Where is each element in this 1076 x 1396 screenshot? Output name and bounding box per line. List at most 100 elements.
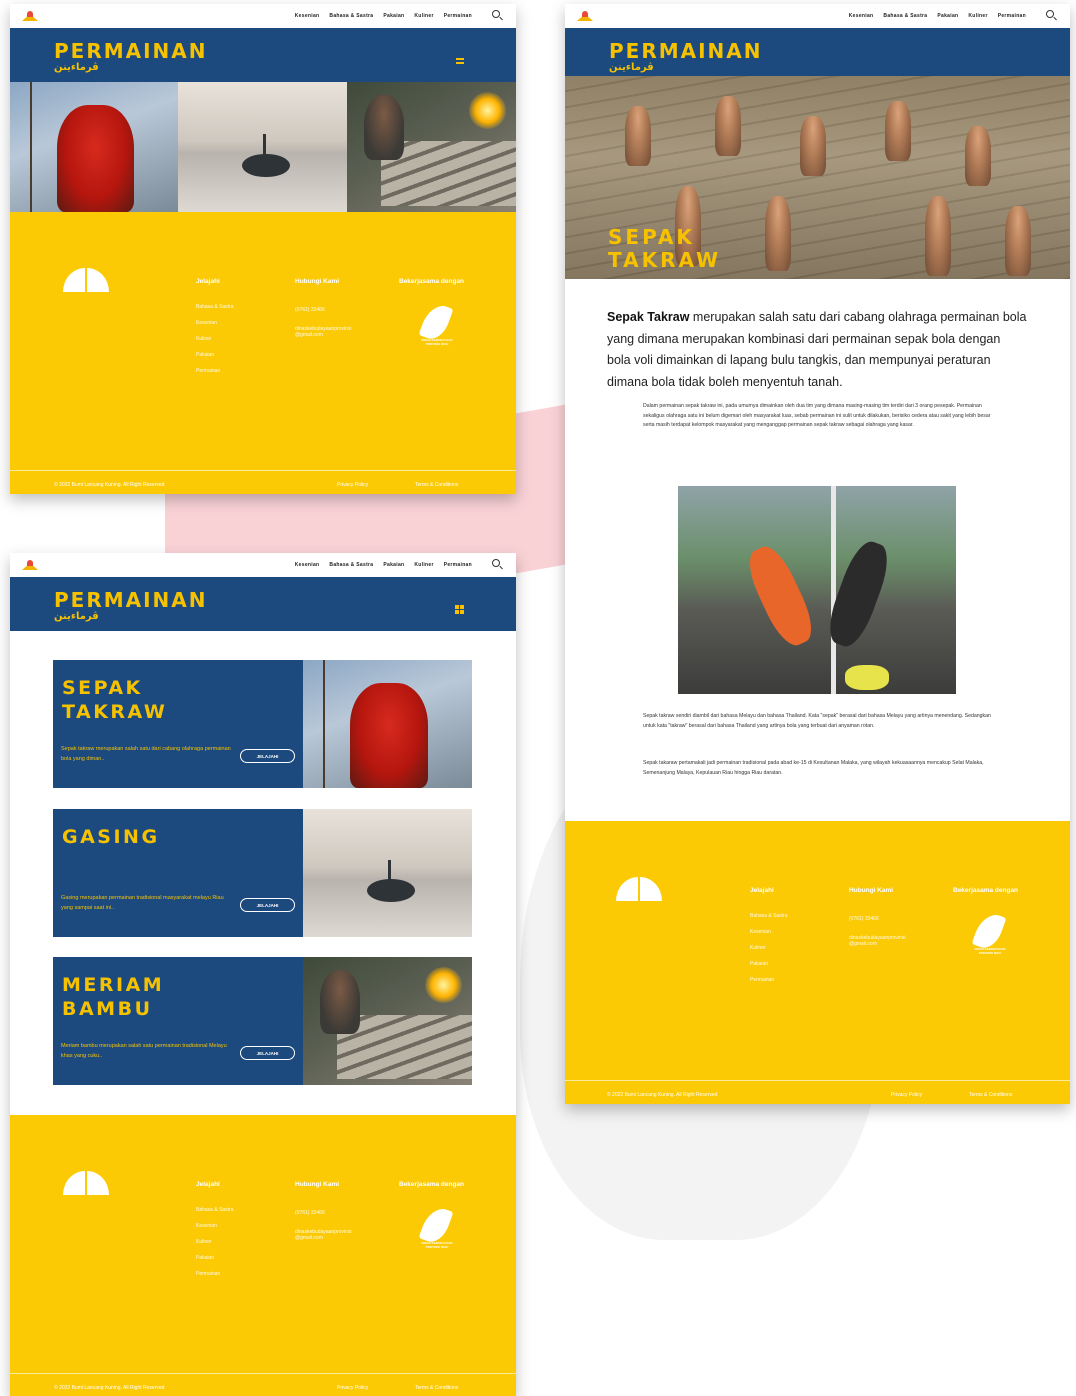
page-title: PERMAINAN: [54, 39, 208, 63]
game-card-sepak-takraw[interactable]: SEPAK TAKRAW Sepak takraw merupakan sala…: [53, 660, 472, 788]
copyright: © 2022 Bumi Lancang Kuning. All Right Re…: [607, 1092, 718, 1098]
page-header: PERMAINAN ڤرماءينن: [565, 28, 1070, 76]
page-subtitle-jawi: ڤرماءينن: [54, 611, 99, 622]
footer-logo: [63, 268, 109, 292]
footer-link[interactable]: Kesenian: [750, 929, 771, 935]
terms-link[interactable]: Terms & Conditions: [415, 1385, 458, 1391]
article-paragraph: Sepak takaraw pertamakali jadi permainan…: [643, 760, 984, 776]
meriam-bambu-image[interactable]: [347, 82, 516, 212]
nav-links: Kesenian Bahasa & Sastra Pakaian Kuliner…: [295, 4, 472, 28]
footer-link[interactable]: Kesenian: [196, 1223, 217, 1229]
search-icon[interactable]: [492, 10, 500, 18]
nav-link-permainan[interactable]: Permainan: [444, 13, 472, 19]
article-paragraph: Sepak takraw sendiri diambil dari bahasa…: [643, 713, 991, 729]
nav-link-permainan[interactable]: Permainan: [998, 13, 1026, 19]
nav-link-bahasa[interactable]: Bahasa & Sastra: [329, 13, 373, 19]
site-logo[interactable]: [22, 11, 38, 21]
footer: Jelajahi Bahasa & Sastra Kesenian Kuline…: [10, 1115, 516, 1396]
footer-logo: [616, 877, 662, 901]
site-logo[interactable]: [577, 11, 593, 21]
footer-partner-title: Bekerjasama dengan: [399, 1181, 465, 1188]
footer: Jelajahi Bahasa & Sastra Kesenian Kuline…: [565, 821, 1070, 1104]
footer-email[interactable]: @gmail.com: [295, 1235, 323, 1241]
footer-link[interactable]: Pakaian: [196, 1255, 214, 1261]
terms-link[interactable]: Terms & Conditions: [969, 1092, 1012, 1098]
nav-link-permainan[interactable]: Permainan: [444, 562, 472, 568]
navbar: Kesenian Bahasa & Sastra Pakaian Kuliner…: [10, 4, 516, 28]
card-image: [303, 957, 472, 1085]
footer-link[interactable]: Bahasa & Sastra: [196, 1207, 234, 1213]
card-description: Gasing merupakan permainan tradisional m…: [61, 895, 224, 911]
footer-link[interactable]: Bahasa & Sastra: [750, 913, 788, 919]
list-view-icon[interactable]: [456, 58, 464, 65]
grid-view-icon[interactable]: [455, 605, 464, 614]
page-subtitle-jawi: ڤرماءينن: [54, 62, 99, 73]
card-image: [303, 809, 472, 937]
article-title: SEPAK TAKRAW: [608, 225, 722, 272]
card-description: Meriam bambu merupakan salah satu permai…: [61, 1043, 227, 1059]
footer-partner-title: Bekerjasama dengan: [399, 278, 465, 285]
nav-link-pakaian[interactable]: Pakaian: [383, 13, 404, 19]
footer-link[interactable]: Bahasa & Sastra: [196, 304, 234, 310]
search-icon[interactable]: [492, 559, 500, 567]
card-title: MERIAM BAMBU: [62, 974, 165, 1020]
nav-link-kuliner[interactable]: Kuliner: [414, 562, 433, 568]
navbar: Kesenian Bahasa & Sastra Pakaian Kuliner…: [10, 553, 516, 577]
game-card-meriam-bambu[interactable]: MERIAM BAMBU Meriam bambu merupakan sala…: [53, 957, 472, 1085]
nav-link-bahasa[interactable]: Bahasa & Sastra: [329, 562, 373, 568]
game-card-gasing[interactable]: GASING Gasing merupakan permainan tradis…: [53, 809, 472, 937]
nav-links: Kesenian Bahasa & Sastra Pakaian Kuliner…: [295, 553, 472, 577]
nav-link-pakaian[interactable]: Pakaian: [937, 13, 958, 19]
sepak-takraw-image[interactable]: [10, 82, 178, 212]
copyright: © 2022 Bumi Lancang Kuning. All Right Re…: [54, 482, 165, 488]
footer-link[interactable]: Kuliner: [196, 336, 212, 342]
footer-divider: [10, 1373, 516, 1374]
nav-link-kesenian[interactable]: Kesenian: [295, 562, 320, 568]
footer-link[interactable]: Kuliner: [750, 945, 766, 951]
privacy-link[interactable]: Privacy Policy: [337, 1385, 368, 1391]
footer-logo: [63, 1171, 109, 1195]
card-image: [303, 660, 472, 788]
mockup-article: Kesenian Bahasa & Sastra Pakaian Kuliner…: [565, 4, 1070, 1104]
mockup-landing: Kesenian Bahasa & Sastra Pakaian Kuliner…: [10, 4, 516, 494]
nav-link-kesenian[interactable]: Kesenian: [849, 13, 874, 19]
explore-button[interactable]: JELAJAHI: [240, 898, 295, 912]
footer-link[interactable]: Permainan: [196, 1271, 220, 1277]
privacy-link[interactable]: Privacy Policy: [891, 1092, 922, 1098]
explore-button[interactable]: JELAJAHI: [240, 749, 295, 763]
footer-email[interactable]: @gmail.com: [295, 332, 323, 338]
footer-phone[interactable]: (0761) 33466: [295, 307, 325, 313]
partner-logo: DINAS KEBUDAYAAN PROVINSI RIAU: [414, 1203, 460, 1253]
footer-link[interactable]: Permainan: [750, 977, 774, 983]
terms-link[interactable]: Terms & Conditions: [415, 482, 458, 488]
footer-explore-title: Jelajahi: [196, 1181, 220, 1188]
explore-button[interactable]: JELAJAHI: [240, 1046, 295, 1060]
footer-phone[interactable]: (0761) 33466: [849, 916, 879, 922]
footer-link[interactable]: Pakaian: [196, 352, 214, 358]
footer-link[interactable]: Kesenian: [196, 320, 217, 326]
footer-explore-title: Jelajahi: [196, 278, 220, 285]
footer-phone[interactable]: (0761) 33466: [295, 1210, 325, 1216]
footer-contact-title: Hubungi Kami: [849, 887, 894, 894]
footer-link[interactable]: Kuliner: [196, 1239, 212, 1245]
footer-explore-title: Jelajahi: [750, 887, 774, 894]
footer-partner-title: Bekerjasama dengan: [953, 887, 1019, 894]
sepak-takraw-photo: [678, 486, 956, 694]
nav-link-kesenian[interactable]: Kesenian: [295, 13, 320, 19]
nav-links: Kesenian Bahasa & Sastra Pakaian Kuliner…: [849, 4, 1026, 28]
nav-link-pakaian[interactable]: Pakaian: [383, 562, 404, 568]
gasing-image[interactable]: [178, 82, 347, 212]
nav-link-kuliner[interactable]: Kuliner: [968, 13, 987, 19]
card-description: Sepak takraw merupakan salah satu dari c…: [61, 746, 231, 762]
footer-link[interactable]: Pakaian: [750, 961, 768, 967]
nav-link-bahasa[interactable]: Bahasa & Sastra: [883, 13, 927, 19]
nav-link-kuliner[interactable]: Kuliner: [414, 13, 433, 19]
article-lead: Sepak Takraw merupakan salah satu dari c…: [607, 310, 1027, 389]
footer-email[interactable]: @gmail.com: [849, 941, 877, 947]
privacy-link[interactable]: Privacy Policy: [337, 482, 368, 488]
site-logo[interactable]: [22, 560, 38, 570]
page-header: PERMAINAN ڤرماءينن: [10, 28, 516, 82]
footer-divider: [565, 1080, 1070, 1081]
footer-link[interactable]: Permainan: [196, 368, 220, 374]
search-icon[interactable]: [1046, 10, 1054, 18]
